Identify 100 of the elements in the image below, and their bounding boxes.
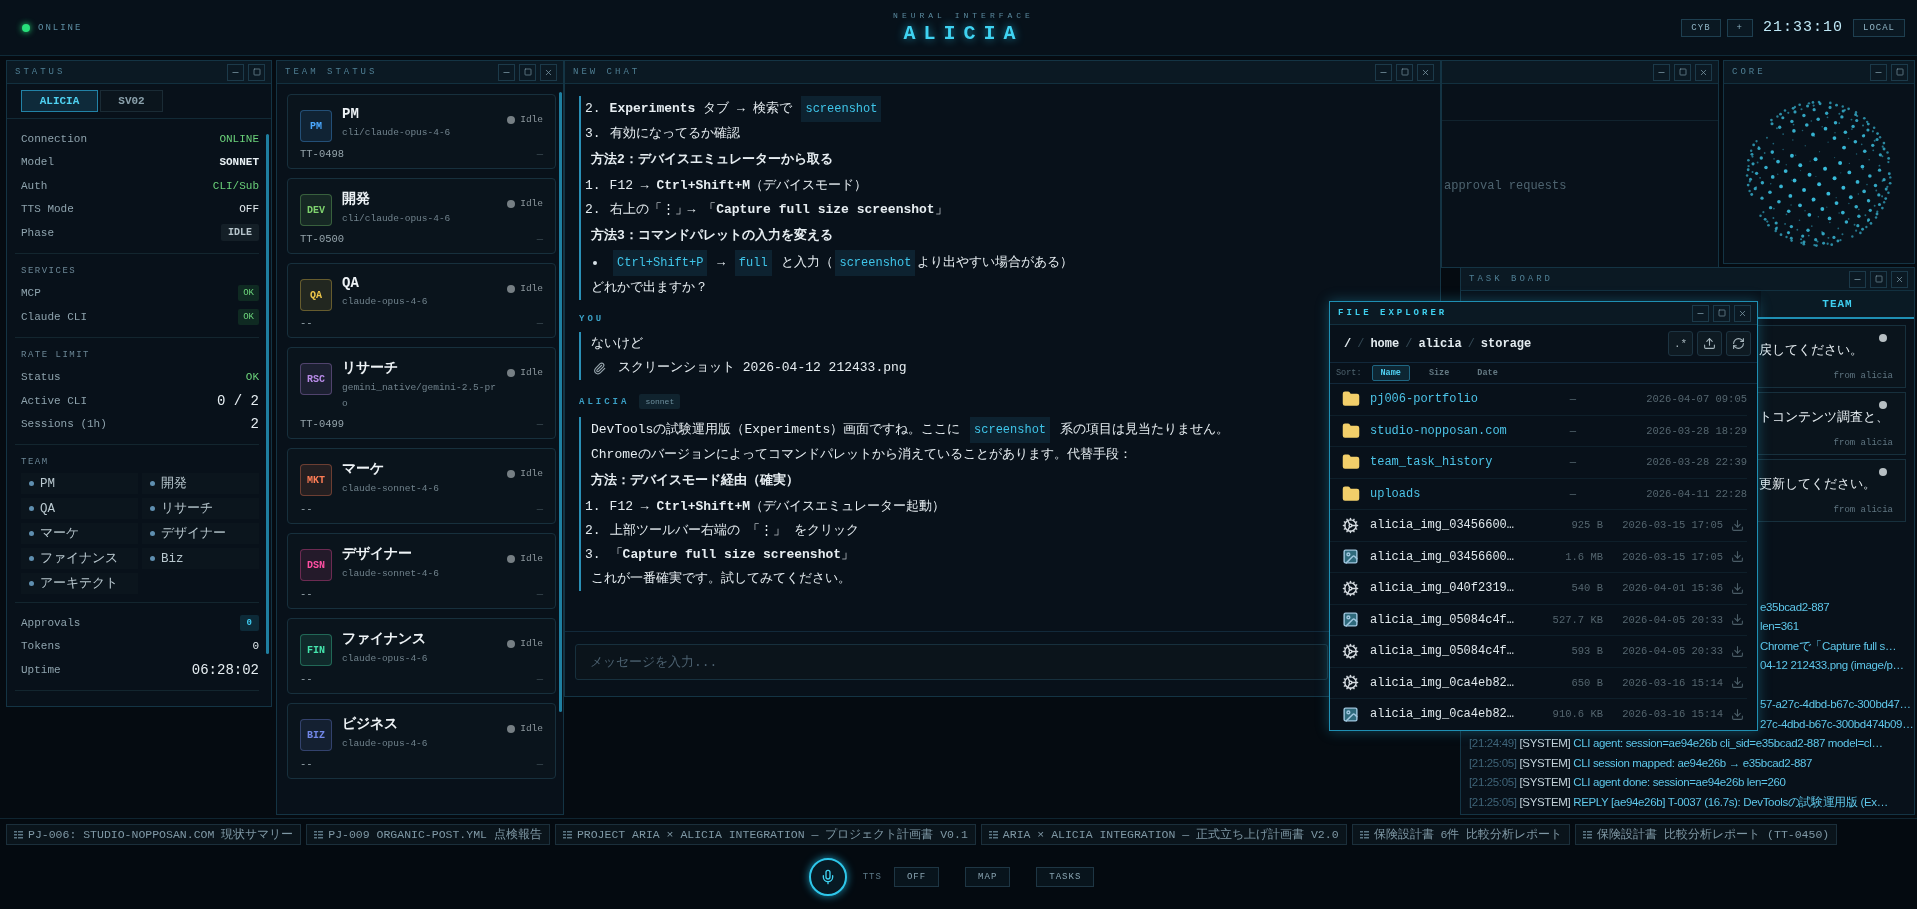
dash-text: — (536, 418, 543, 430)
breadcrumb-link[interactable]: / (1344, 336, 1352, 351)
sort-option[interactable]: Name (1371, 365, 1410, 381)
microphone-button[interactable] (808, 858, 847, 896)
team-member-chip[interactable]: アーキテクト (21, 573, 138, 594)
file-name[interactable]: uploads (1370, 486, 1535, 501)
minimize-button[interactable] (1692, 304, 1709, 322)
file-date: 2026-03-16 15:14 (1621, 676, 1723, 689)
minimize-button[interactable] (227, 63, 244, 81)
mode-button[interactable]: LOCAL (1853, 18, 1905, 37)
scrollbar[interactable] (559, 92, 562, 712)
document-tab[interactable]: ARIA × ALICIA INTEGRATION — 正式立ち上げ計画書 V2.0 (980, 824, 1347, 845)
close-button[interactable] (1695, 63, 1712, 81)
toolbar-button[interactable]: CYB (1681, 18, 1721, 37)
status-tab[interactable]: ALICIA (21, 90, 98, 112)
message-text: これが一番確実です。試してみてください。 (591, 570, 852, 588)
breadcrumb-link[interactable]: home (1370, 336, 1400, 351)
team-member-chip[interactable]: リサーチ (142, 498, 259, 519)
section-title: RATE LIMIT (21, 349, 91, 360)
team-member-chip[interactable]: 開発 (142, 473, 259, 494)
refresh-button[interactable] (1726, 331, 1751, 356)
close-button[interactable] (540, 63, 557, 81)
dock-button[interactable]: OFF (893, 867, 940, 887)
agent-card[interactable]: DSN デザイナー claude-sonnet-4-6 Idle -- — (287, 533, 556, 609)
team-member-chip[interactable]: PM (21, 473, 138, 494)
maximize-button[interactable] (1713, 304, 1730, 322)
agent-card[interactable]: BIZ ビジネス claude-opus-4-6 Idle -- — (287, 703, 556, 779)
download-icon[interactable] (1731, 518, 1744, 532)
document-tab[interactable]: PJ-006: STUDIO-NOPPOSAN.COM 現状サマリー (6, 824, 302, 845)
agent-card[interactable]: DEV 開発 cli/claude-opus-4-6 Idle TT-0500 — (287, 178, 556, 254)
path-separator: / (1405, 336, 1413, 351)
document-tab[interactable]: PROJECT ARIA × ALICIA INTEGRATION — プロジェクト計画書 V0.1 (554, 824, 976, 845)
file-size: 527.7 KB (1551, 613, 1603, 626)
download-icon[interactable] (1731, 676, 1744, 690)
path-separator: / (1467, 336, 1475, 351)
file-name[interactable]: alicia_img_05084c4f… (1370, 612, 1535, 627)
minimize-button[interactable] (498, 63, 515, 81)
agent-card[interactable]: MKT マーケ claude-sonnet-4-6 Idle -- — (287, 448, 556, 524)
file-name[interactable]: alicia_img_05084c4f… (1370, 644, 1535, 659)
board-tab[interactable]: TEAM (1761, 291, 1914, 317)
document-tab[interactable]: 保険設計書 比較分析レポート (TT-0450) (1575, 824, 1838, 845)
task-id: TT-0500 (300, 233, 345, 245)
status-label: TTS Mode (21, 203, 74, 216)
minimize-button[interactable] (1870, 63, 1887, 81)
upload-button[interactable] (1697, 331, 1722, 356)
dock-button[interactable]: MAP (965, 867, 1011, 887)
document-tab[interactable]: PJ-009 ORGANIC-POST.YML 点検報告 (306, 824, 550, 845)
team-member-chip[interactable]: ファイナンス (21, 548, 138, 569)
file-name[interactable]: alicia_img_03456600… (1370, 549, 1535, 564)
file-name[interactable]: pj006-portfolio (1370, 392, 1535, 407)
team-member-chip[interactable]: マーケ (21, 523, 138, 544)
close-button[interactable] (1734, 304, 1751, 322)
toolbar-button[interactable]: + (1726, 18, 1753, 37)
task-card[interactable]: 戻してください。 from alicia (1757, 325, 1906, 388)
agent-card[interactable]: PM PM cli/claude-opus-4-6 Idle TT-0498 — (287, 94, 556, 169)
status-tab[interactable]: SV02 (100, 90, 163, 112)
maximize-button[interactable] (1674, 63, 1691, 81)
message-input[interactable]: メッセージを入力... (575, 644, 1328, 680)
log-line: [21:25:05] [SYSTEM] CLI session mapped: ae94e26b → e35bcad2-887 (1469, 755, 1813, 771)
team-member-chip[interactable]: QA (21, 498, 138, 519)
list-item: Ctrl+Shift+P → full と入力（ screenshot より出やすい場合がある） (593, 250, 1320, 276)
close-button[interactable] (1891, 270, 1908, 288)
file-name[interactable]: alicia_img_0ca4eb82… (1370, 675, 1535, 690)
sort-option[interactable]: Date (1468, 365, 1507, 381)
minimize-button[interactable] (1849, 270, 1866, 288)
scrollbar[interactable] (266, 134, 269, 654)
sort-option[interactable]: Size (1419, 365, 1459, 381)
regex-button[interactable]: .* (1668, 331, 1693, 356)
file-name[interactable]: alicia_img_0ca4eb82… (1370, 707, 1535, 722)
document-tab[interactable]: 保険設計書 6件 比較分析レポート (1351, 824, 1571, 845)
minimize-button[interactable] (1375, 63, 1392, 81)
maximize-button[interactable] (519, 63, 536, 81)
download-icon[interactable] (1731, 613, 1744, 627)
agent-card[interactable]: QA QA claude-opus-4-6 Idle -- — (287, 263, 556, 338)
download-icon[interactable] (1731, 581, 1744, 595)
team-member-chip[interactable]: Biz (142, 548, 259, 569)
minimize-button[interactable] (1653, 63, 1670, 81)
download-icon[interactable] (1731, 707, 1744, 721)
agent-name: デザイナー (342, 545, 413, 563)
file-name[interactable]: alicia_img_03456600… (1370, 518, 1535, 533)
attachment-link[interactable]: スクリーンショット 2026-04-12 212433.png (591, 356, 1320, 380)
file-name[interactable]: team_task_history (1370, 455, 1535, 470)
download-icon[interactable] (1731, 550, 1744, 564)
log-line: 27c-4dbd-b67c-300bd474b09… (1760, 716, 1914, 732)
breadcrumb-link[interactable]: alicia (1418, 336, 1462, 351)
task-card[interactable]: トコンテンツ調査と、 from alicia (1757, 392, 1906, 455)
maximize-button[interactable] (1396, 63, 1413, 81)
team-member-chip[interactable]: デザイナー (142, 523, 259, 544)
download-icon[interactable] (1731, 644, 1744, 658)
agent-card[interactable]: RSC リサーチ gemini_native/gemini-2.5-pro Idle TT-0499 — (287, 347, 556, 439)
agent-card[interactable]: FIN ファイナンス claude-opus-4-6 Idle -- — (287, 618, 556, 694)
maximize-button[interactable] (1870, 270, 1887, 288)
task-card[interactable]: 更新してください。 from alicia (1757, 459, 1906, 522)
maximize-button[interactable] (1891, 63, 1908, 81)
close-button[interactable] (1417, 63, 1434, 81)
file-name[interactable]: studio-nopposan.com (1370, 423, 1535, 438)
dock-button[interactable]: TASKS (1036, 867, 1095, 887)
breadcrumb-link[interactable]: storage (1480, 336, 1532, 351)
file-name[interactable]: alicia_img_040f2319… (1370, 581, 1535, 596)
maximize-button[interactable] (248, 63, 265, 81)
